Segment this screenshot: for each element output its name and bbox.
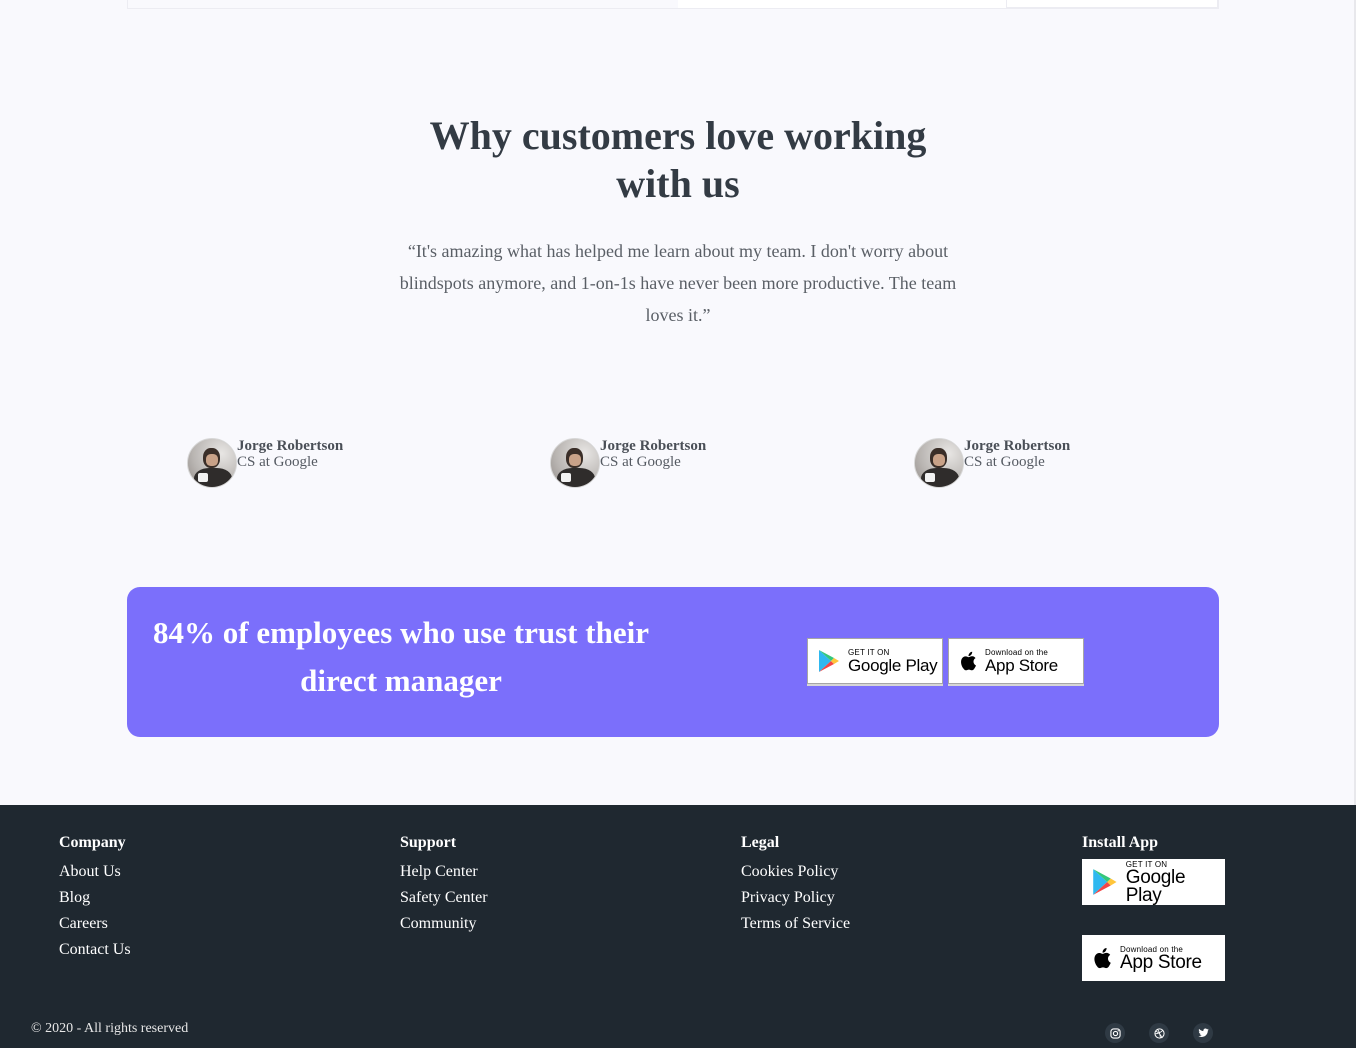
footer-column-install-app: Install App GET IT ON Google Play Downlo…: [1082, 833, 1225, 981]
author-card: Jorge Robertson CS at Google: [550, 438, 706, 488]
testimonial-authors: Jorge Robertson CS at Google Jorge Rober…: [0, 438, 1356, 490]
author-card: Jorge Robertson CS at Google: [914, 438, 1070, 488]
footer-link-blog[interactable]: Blog: [59, 885, 131, 911]
author-name: Jorge Robertson: [964, 438, 1071, 454]
previous-section-edge: [127, 0, 1219, 9]
apple-icon: [1094, 947, 1111, 969]
instagram-icon[interactable]: [1105, 1023, 1125, 1043]
footer-link-safety-center[interactable]: Safety Center: [400, 885, 488, 911]
footer-link-contact-us[interactable]: Contact Us: [59, 937, 131, 963]
google-play-button[interactable]: GET IT ON Google Play: [1082, 859, 1225, 905]
avatar: [187, 438, 237, 488]
footer-heading: Install App: [1082, 834, 1159, 851]
app-store-button[interactable]: Download on the App Store: [948, 638, 1084, 684]
author-role: CS at Google: [964, 454, 1045, 470]
footer-link-cookies-policy[interactable]: Cookies Policy: [741, 859, 850, 885]
dribbble-icon[interactable]: [1149, 1023, 1169, 1043]
footer-heading: Company: [59, 834, 126, 851]
cta-headline: 84% of employees who use trust their dir…: [153, 615, 649, 698]
badge-big-text: Google Play: [848, 655, 938, 675]
section-title: Why customers love working with us: [429, 113, 927, 206]
footer-link-privacy-policy[interactable]: Privacy Policy: [741, 885, 850, 911]
footer-column-legal: Legal Cookies Policy Privacy Policy Term…: [741, 833, 850, 937]
footer-heading: Support: [400, 834, 457, 851]
google-play-icon: [819, 650, 839, 672]
footer-link-careers[interactable]: Careers: [59, 911, 131, 937]
social-links: [1105, 1023, 1213, 1043]
footer-heading: Legal: [741, 834, 780, 851]
app-store-button[interactable]: Download on the App Store: [1082, 935, 1225, 981]
avatar: [914, 438, 964, 488]
twitter-icon[interactable]: [1193, 1023, 1213, 1043]
cta-banner: 84% of employees who use trust their dir…: [127, 587, 1219, 737]
footer-column-support: Support Help Center Safety Center Commun…: [400, 833, 488, 937]
author-name: Jorge Robertson: [600, 438, 707, 454]
footer-link-help-center[interactable]: Help Center: [400, 859, 488, 885]
site-footer: Company About Us Blog Careers Contact Us…: [0, 805, 1356, 1048]
apple-icon: [961, 651, 976, 671]
previous-section-card: [1006, 0, 1218, 8]
badge-big-text: App Store: [1120, 951, 1202, 973]
cta-store-badges: GET IT ON Google Play Download on the Ap…: [807, 638, 1084, 684]
google-play-icon: [1093, 869, 1117, 895]
badge-big-text: App Store: [985, 655, 1058, 675]
google-play-button[interactable]: GET IT ON Google Play: [807, 638, 943, 684]
author-role: CS at Google: [600, 454, 681, 470]
footer-column-company: Company About Us Blog Careers Contact Us: [59, 833, 131, 963]
footer-link-about-us[interactable]: About Us: [59, 859, 131, 885]
copyright-text: © 2020 - All rights reserved: [31, 1021, 189, 1036]
footer-link-community[interactable]: Community: [400, 911, 488, 937]
author-card: Jorge Robertson CS at Google: [187, 438, 343, 488]
author-name: Jorge Robertson: [237, 438, 344, 454]
avatar: [550, 438, 600, 488]
testimonial-quote: “It's amazing what has helped me learn a…: [399, 241, 957, 325]
badge-big-text: Google Play: [1125, 866, 1186, 906]
previous-section-card: [678, 0, 1006, 8]
footer-link-terms-of-service[interactable]: Terms of Service: [741, 911, 850, 937]
author-role: CS at Google: [237, 454, 318, 470]
testimonial-section: Why customers love working with us “It's…: [0, 112, 1356, 331]
